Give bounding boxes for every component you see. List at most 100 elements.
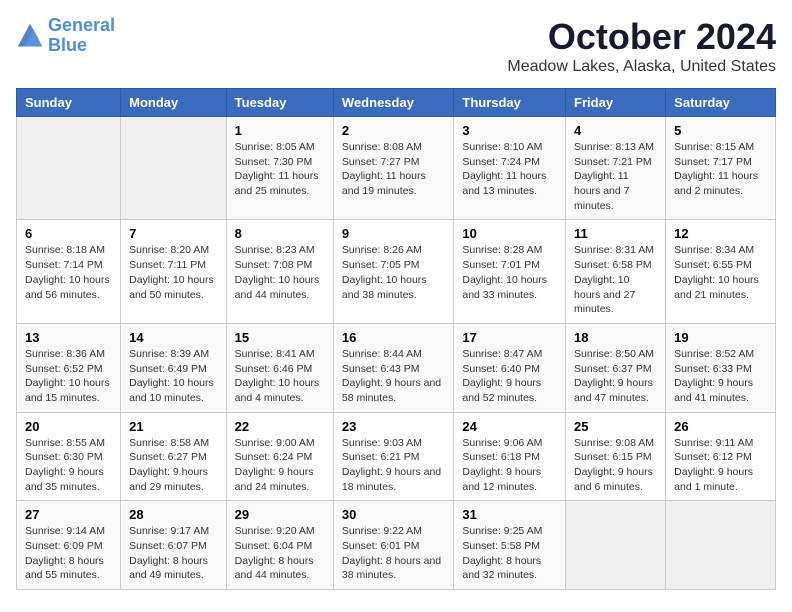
calendar-day-cell: 20 Sunrise: 8:55 AMSunset: 6:30 PMDayligh…	[17, 412, 121, 501]
calendar-week-row: 20 Sunrise: 8:55 AMSunset: 6:30 PMDayligh…	[17, 412, 776, 501]
calendar-day-cell: 15 Sunrise: 8:41 AMSunset: 6:46 PMDayligh…	[226, 323, 333, 412]
day-info: Sunrise: 9:11 AMSunset: 6:12 PMDaylight:…	[674, 436, 767, 495]
calendar-day-cell: 6 Sunrise: 8:18 AMSunset: 7:14 PMDaylight…	[17, 220, 121, 323]
calendar-day-cell: 16Sunrise: 8:44 AMSunset: 6:43 PMDayligh…	[333, 323, 453, 412]
day-number: 1	[235, 123, 325, 138]
day-number: 9	[342, 226, 445, 241]
header-day: Friday	[566, 89, 666, 117]
day-info: Sunrise: 8:05 AMSunset: 7:30 PMDaylight:…	[235, 140, 325, 199]
calendar-day-cell: 29Sunrise: 9:20 AMSunset: 6:04 PMDayligh…	[226, 501, 333, 590]
day-info: Sunrise: 8:13 AMSunset: 7:21 PMDaylight:…	[574, 140, 657, 213]
day-number: 20	[25, 419, 112, 434]
page-header: General Blue October 2024 Meadow Lakes, …	[16, 16, 776, 76]
day-number: 29	[235, 507, 325, 522]
day-info: Sunrise: 8:10 AMSunset: 7:24 PMDaylight:…	[462, 140, 557, 199]
header-day: Thursday	[454, 89, 566, 117]
day-number: 25	[574, 419, 657, 434]
day-number: 13	[25, 330, 112, 345]
day-number: 31	[462, 507, 557, 522]
day-number: 28	[129, 507, 218, 522]
day-info: Sunrise: 9:14 AMSunset: 6:09 PMDaylight:…	[25, 524, 112, 583]
calendar-week-row: 27 Sunrise: 9:14 AMSunset: 6:09 PMDayligh…	[17, 501, 776, 590]
calendar-day-cell	[17, 117, 121, 220]
calendar-day-cell: 31Sunrise: 9:25 AMSunset: 5:58 PMDayligh…	[454, 501, 566, 590]
day-info: Sunrise: 8:31 AMSunset: 6:58 PMDaylight:…	[574, 243, 657, 316]
day-number: 8	[235, 226, 325, 241]
day-number: 3	[462, 123, 557, 138]
day-info: Sunrise: 8:36 AMSunset: 6:52 PMDaylight:…	[25, 347, 112, 406]
calendar-day-cell: 18 Sunrise: 8:50 AMSunset: 6:37 PMDayligh…	[566, 323, 666, 412]
day-number: 6	[25, 226, 112, 241]
calendar-day-cell: 3 Sunrise: 8:10 AMSunset: 7:24 PMDaylight…	[454, 117, 566, 220]
calendar-week-row: 13 Sunrise: 8:36 AMSunset: 6:52 PMDayligh…	[17, 323, 776, 412]
logo: General Blue	[16, 16, 115, 56]
day-info: Sunrise: 8:44 AMSunset: 6:43 PMDaylight:…	[342, 347, 445, 406]
day-number: 12	[674, 226, 767, 241]
day-number: 4	[574, 123, 657, 138]
day-number: 17	[462, 330, 557, 345]
calendar-day-cell: 23 Sunrise: 9:03 AMSunset: 6:21 PMDayligh…	[333, 412, 453, 501]
day-number: 22	[235, 419, 325, 434]
day-info: Sunrise: 8:50 AMSunset: 6:37 PMDaylight:…	[574, 347, 657, 406]
day-info: Sunrise: 8:20 AMSunset: 7:11 PMDaylight:…	[129, 243, 218, 302]
calendar-day-cell: 10 Sunrise: 8:28 AMSunset: 7:01 PMDayligh…	[454, 220, 566, 323]
day-info: Sunrise: 8:47 AMSunset: 6:40 PMDaylight:…	[462, 347, 557, 406]
calendar-day-cell: 5Sunrise: 8:15 AMSunset: 7:17 PMDaylight…	[666, 117, 776, 220]
header-day: Wednesday	[333, 89, 453, 117]
calendar-day-cell: 22 Sunrise: 9:00 AMSunset: 6:24 PMDayligh…	[226, 412, 333, 501]
calendar-day-cell: 26Sunrise: 9:11 AMSunset: 6:12 PMDayligh…	[666, 412, 776, 501]
day-info: Sunrise: 8:52 AMSunset: 6:33 PMDaylight:…	[674, 347, 767, 406]
calendar-day-cell: 14 Sunrise: 8:39 AMSunset: 6:49 PMDayligh…	[121, 323, 227, 412]
calendar-day-cell: 12Sunrise: 8:34 AMSunset: 6:55 PMDayligh…	[666, 220, 776, 323]
calendar-day-cell: 19 Sunrise: 8:52 AMSunset: 6:33 PMDayligh…	[666, 323, 776, 412]
day-number: 27	[25, 507, 112, 522]
day-number: 23	[342, 419, 445, 434]
header-day: Sunday	[17, 89, 121, 117]
day-info: Sunrise: 8:26 AMSunset: 7:05 PMDaylight:…	[342, 243, 445, 302]
day-info: Sunrise: 8:55 AMSunset: 6:30 PMDaylight:…	[25, 436, 112, 495]
day-info: Sunrise: 9:06 AMSunset: 6:18 PMDaylight:…	[462, 436, 557, 495]
calendar-day-cell: 1 Sunrise: 8:05 AMSunset: 7:30 PMDaylight…	[226, 117, 333, 220]
day-info: Sunrise: 9:03 AMSunset: 6:21 PMDaylight:…	[342, 436, 445, 495]
calendar-day-cell: 8 Sunrise: 8:23 AMSunset: 7:08 PMDaylight…	[226, 220, 333, 323]
calendar-day-cell: 17 Sunrise: 8:47 AMSunset: 6:40 PMDayligh…	[454, 323, 566, 412]
calendar-table: SundayMondayTuesdayWednesdayThursdayFrid…	[16, 88, 776, 590]
day-info: Sunrise: 8:58 AMSunset: 6:27 PMDaylight:…	[129, 436, 218, 495]
calendar-day-cell: 2Sunrise: 8:08 AMSunset: 7:27 PMDaylight…	[333, 117, 453, 220]
day-info: Sunrise: 8:28 AMSunset: 7:01 PMDaylight:…	[462, 243, 557, 302]
day-number: 30	[342, 507, 445, 522]
day-number: 18	[574, 330, 657, 345]
calendar-day-cell: 4 Sunrise: 8:13 AMSunset: 7:21 PMDaylight…	[566, 117, 666, 220]
logo-icon	[16, 22, 44, 50]
day-info: Sunrise: 9:22 AMSunset: 6:01 PMDaylight:…	[342, 524, 445, 583]
header-day: Monday	[121, 89, 227, 117]
calendar-day-cell	[566, 501, 666, 590]
day-info: Sunrise: 8:41 AMSunset: 6:46 PMDaylight:…	[235, 347, 325, 406]
calendar-day-cell: 25Sunrise: 9:08 AMSunset: 6:15 PMDayligh…	[566, 412, 666, 501]
calendar-week-row: 6 Sunrise: 8:18 AMSunset: 7:14 PMDaylight…	[17, 220, 776, 323]
calendar-day-cell	[121, 117, 227, 220]
day-number: 2	[342, 123, 445, 138]
day-info: Sunrise: 9:00 AMSunset: 6:24 PMDaylight:…	[235, 436, 325, 495]
header-day: Tuesday	[226, 89, 333, 117]
calendar-day-cell	[666, 501, 776, 590]
day-number: 15	[235, 330, 325, 345]
day-number: 10	[462, 226, 557, 241]
calendar-day-cell: 24Sunrise: 9:06 AMSunset: 6:18 PMDayligh…	[454, 412, 566, 501]
header-day: Saturday	[666, 89, 776, 117]
calendar-day-cell: 30 Sunrise: 9:22 AMSunset: 6:01 PMDayligh…	[333, 501, 453, 590]
day-info: Sunrise: 8:18 AMSunset: 7:14 PMDaylight:…	[25, 243, 112, 302]
day-info: Sunrise: 8:39 AMSunset: 6:49 PMDaylight:…	[129, 347, 218, 406]
title-block: October 2024 Meadow Lakes, Alaska, Unite…	[507, 16, 776, 76]
day-number: 14	[129, 330, 218, 345]
header-row: SundayMondayTuesdayWednesdayThursdayFrid…	[17, 89, 776, 117]
calendar-day-cell: 28Sunrise: 9:17 AMSunset: 6:07 PMDayligh…	[121, 501, 227, 590]
day-number: 19	[674, 330, 767, 345]
calendar-day-cell: 11Sunrise: 8:31 AMSunset: 6:58 PMDayligh…	[566, 220, 666, 323]
calendar-day-cell: 13 Sunrise: 8:36 AMSunset: 6:52 PMDayligh…	[17, 323, 121, 412]
calendar-day-cell: 21Sunrise: 8:58 AMSunset: 6:27 PMDayligh…	[121, 412, 227, 501]
main-title: October 2024	[507, 16, 776, 58]
logo-text: General Blue	[48, 16, 115, 56]
day-info: Sunrise: 8:23 AMSunset: 7:08 PMDaylight:…	[235, 243, 325, 302]
day-number: 7	[129, 226, 218, 241]
